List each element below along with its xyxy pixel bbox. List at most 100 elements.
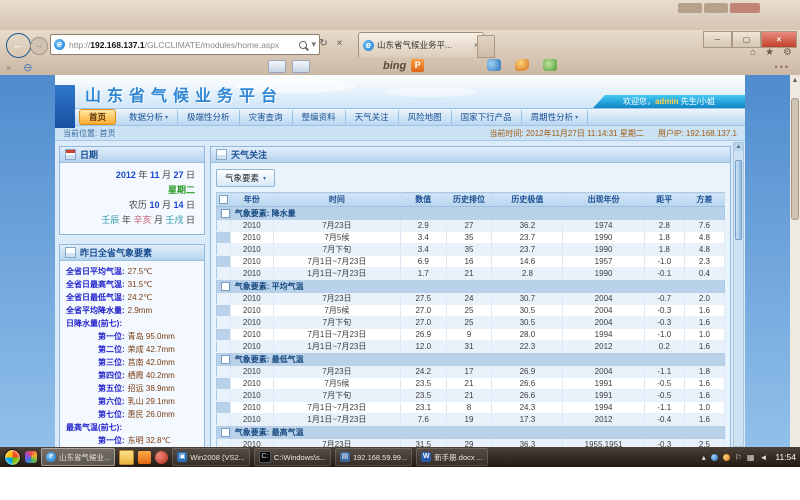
maximize-button[interactable]: ▢ bbox=[732, 31, 761, 48]
toolbar-bird-icon[interactable] bbox=[515, 59, 529, 71]
url-text[interactable]: http://192.168.137.1/GLCCLIMATE/modules/… bbox=[69, 40, 299, 50]
toolbar-plugin-icon[interactable] bbox=[543, 59, 557, 71]
taskbar-task-0[interactable]: e山东省气候业... bbox=[41, 448, 115, 466]
table-cell: 4.8 bbox=[684, 244, 724, 256]
nav-item-1[interactable]: 数据分析▾ bbox=[120, 110, 178, 124]
group-checkbox[interactable] bbox=[221, 355, 230, 364]
start-button[interactable] bbox=[4, 449, 21, 466]
element-filter-button[interactable]: 气象要素 ▾ bbox=[216, 169, 275, 187]
cmd-icon: C: bbox=[259, 451, 271, 463]
table-row[interactable]: 20101月1日~7月23日1.7212.81990-0.10.4 bbox=[217, 268, 725, 280]
weather-panel-title: 天气关注 bbox=[231, 148, 267, 161]
bing-badge-icon[interactable]: P bbox=[411, 59, 424, 72]
browser-scroll-up-icon[interactable]: ▲ bbox=[790, 75, 800, 86]
stat-line: 全省平均降水量:2.9mm bbox=[64, 304, 202, 317]
explorer-folder-icon[interactable] bbox=[119, 450, 134, 465]
table-cell: 7月1日~7月23日 bbox=[273, 402, 400, 414]
browser-scroll-thumb[interactable] bbox=[791, 98, 799, 220]
home-icon[interactable]: ⌂ bbox=[750, 47, 756, 58]
table-row[interactable]: 20107月23日24.21726.92004-1.11.8 bbox=[217, 366, 725, 378]
taskbar-task-1[interactable]: ▣Win2008 (VS2... bbox=[172, 448, 250, 466]
nav-item-0[interactable]: 首页 bbox=[79, 109, 116, 125]
table-row[interactable]: 20107月5候3.43523.719901.84.8 bbox=[217, 232, 725, 244]
taskbar-task-4[interactable]: W新手册.docx ... bbox=[416, 448, 488, 466]
table-cell: 1.0 bbox=[684, 402, 724, 414]
back-button[interactable]: ← bbox=[6, 33, 31, 58]
table-row[interactable]: 20107月23日31.52936.31955,1951-0.32.5 bbox=[217, 439, 725, 447]
calendar-text: 月 bbox=[162, 200, 174, 210]
tray-hidden-icons[interactable]: ▴ bbox=[702, 453, 706, 462]
table-row[interactable]: 20107月下旬23.52126.61991-0.51.6 bbox=[217, 390, 725, 402]
nav-item-8[interactable]: 周期性分析▾ bbox=[522, 110, 589, 124]
table-cell: 2010 bbox=[230, 329, 273, 341]
overlay-close-icon[interactable]: × bbox=[6, 63, 11, 73]
table-cell: 27 bbox=[446, 220, 492, 232]
table-row[interactable]: 20107月1日~7月23日6.91614.61957-1.02.3 bbox=[217, 256, 725, 268]
table-row[interactable]: 20107月23日27.52430.72004-0.72.0 bbox=[217, 293, 725, 305]
toolbar-camera-icon[interactable] bbox=[487, 59, 501, 71]
new-tab-button[interactable] bbox=[477, 35, 495, 58]
bing-logo[interactable]: bing bbox=[383, 60, 406, 72]
forward-button[interactable]: → bbox=[30, 37, 48, 55]
refresh-button[interactable]: ↻ bbox=[316, 36, 331, 51]
card-icon[interactable] bbox=[292, 60, 310, 73]
taskbar-task-3[interactable]: ▤192.168.59.99... bbox=[335, 448, 412, 466]
pinned-media-app-icon[interactable] bbox=[155, 451, 168, 464]
calendar-text: 月 bbox=[162, 170, 174, 180]
stop-button[interactable]: × bbox=[332, 36, 347, 51]
nav-item-2[interactable]: 极端性分析 bbox=[178, 110, 240, 124]
nav-item-4[interactable]: 整编资料 bbox=[293, 110, 346, 124]
stat-line: 全省日平均气温:27.5℃ bbox=[64, 265, 202, 278]
taskbar: e山东省气候业... ▣Win2008 (VS2...C:C:\Windows\… bbox=[0, 447, 800, 467]
browser-scrollbar[interactable]: ▲ bbox=[790, 75, 800, 447]
page-scrollbar[interactable]: ▲ bbox=[733, 142, 744, 447]
minimize-button[interactable]: ─ bbox=[703, 31, 732, 48]
table-row[interactable]: 20107月5候23.52126.61991-0.51.6 bbox=[217, 378, 725, 390]
page-scroll-thumb[interactable] bbox=[735, 160, 742, 240]
calendar-text: 11 bbox=[150, 170, 162, 180]
table-row[interactable]: 20101月1日~7月23日12.03122.320120.21.6 bbox=[217, 341, 725, 353]
task-label: C:\Windows\s... bbox=[274, 453, 326, 462]
table-cell: 7月1日~7月23日 bbox=[273, 329, 400, 341]
pinned-orange-app-icon[interactable] bbox=[138, 451, 151, 464]
calendar-text: 日 bbox=[186, 200, 195, 210]
table-row[interactable]: 20107月23日2.92736.219742.87.6 bbox=[217, 220, 725, 232]
taskbar-task-2[interactable]: C:C:\Windows\s... bbox=[254, 448, 331, 466]
taskbar-clock[interactable]: 11:54 bbox=[775, 452, 796, 462]
nav-item-5[interactable]: 天气关注 bbox=[346, 110, 399, 124]
search-icon[interactable] bbox=[299, 41, 307, 49]
browser-tab[interactable]: e 山东省气候业务平... × bbox=[358, 32, 484, 57]
table-row[interactable]: 20101月1日~7月23日7.61917.32012-0.41.6 bbox=[217, 414, 725, 426]
tray-update-icon[interactable] bbox=[723, 454, 730, 461]
table-row[interactable]: 20107月下旬27.02530.52004-0.31.6 bbox=[217, 317, 725, 329]
toolbar-more-icon[interactable]: ••• bbox=[775, 62, 790, 72]
group-checkbox[interactable] bbox=[221, 428, 230, 437]
tray-network-icon[interactable] bbox=[711, 454, 718, 461]
scroll-up-icon[interactable]: ▲ bbox=[734, 143, 743, 151]
mail-icon[interactable] bbox=[268, 60, 286, 73]
table-cell: 1.6 bbox=[684, 390, 724, 402]
table-cell: 24.2 bbox=[400, 366, 446, 378]
nav-item-3[interactable]: 灾害查询 bbox=[240, 110, 293, 124]
table-row[interactable]: 20107月5候27.02530.52004-0.31.6 bbox=[217, 305, 725, 317]
tray-monitor-icon[interactable]: ▦ bbox=[747, 453, 755, 462]
group-checkbox[interactable] bbox=[221, 282, 230, 291]
blocker-icon[interactable]: ⊖ bbox=[23, 61, 32, 74]
favorites-star-icon[interactable]: ★ bbox=[765, 47, 774, 58]
table-cell: 17 bbox=[446, 366, 492, 378]
tray-flag-icon[interactable]: ⚐ bbox=[735, 453, 742, 462]
nav-item-6[interactable]: 风险地图 bbox=[399, 110, 452, 124]
table-row[interactable]: 20107月1日~7月23日23.1824.31994-1.11.0 bbox=[217, 402, 725, 414]
tray-speaker-icon[interactable]: ◄ bbox=[759, 453, 767, 462]
group-checkbox[interactable] bbox=[221, 209, 230, 218]
table-cell: -1.1 bbox=[644, 366, 684, 378]
close-button[interactable]: × bbox=[761, 31, 797, 48]
table-row[interactable]: 20107月下旬3.43523.719901.84.8 bbox=[217, 244, 725, 256]
nav-item-7[interactable]: 国家下行产品 bbox=[452, 110, 522, 124]
select-all-checkbox[interactable] bbox=[219, 195, 228, 204]
address-bar[interactable]: e http://192.168.137.1/GLCCLIMATE/module… bbox=[50, 34, 320, 55]
tools-gear-icon[interactable]: ⚙ bbox=[783, 47, 792, 58]
table-cell: -0.3 bbox=[644, 305, 684, 317]
table-row[interactable]: 20107月1日~7月23日26.9928.01994-1.01.0 bbox=[217, 329, 725, 341]
pinned-app-icon[interactable] bbox=[25, 451, 37, 463]
